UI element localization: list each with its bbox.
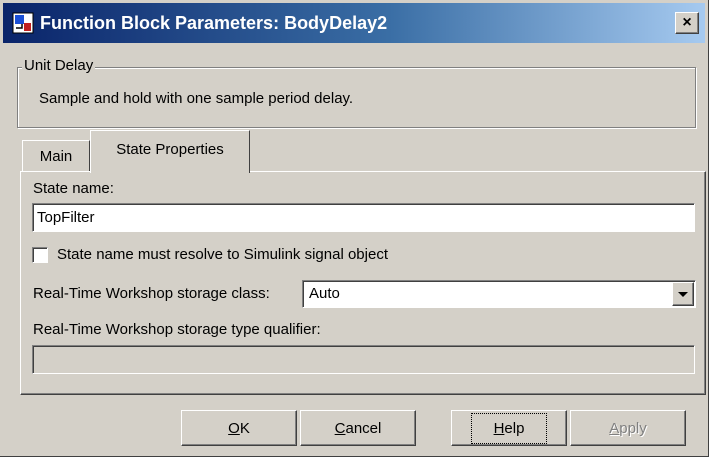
resolve-signal-checkbox[interactable] — [32, 247, 48, 263]
state-name-input[interactable]: TopFilter — [32, 203, 695, 232]
state-name-label: State name: — [33, 180, 114, 197]
storage-class-value: Auto — [309, 285, 340, 302]
simulink-block-icon — [12, 12, 34, 34]
storage-class-select[interactable]: Auto — [302, 280, 696, 308]
resolve-signal-label: State name must resolve to Simulink sign… — [57, 246, 388, 263]
ok-button[interactable]: OK — [181, 410, 297, 446]
cancel-button[interactable]: Cancel — [300, 410, 416, 446]
storage-class-dropdown-button[interactable] — [672, 282, 694, 306]
cancel-label-rest: ancel — [345, 419, 382, 437]
title-bar[interactable]: Function Block Parameters: BodyDelay2 × — [3, 3, 705, 43]
ok-button-label: OK — [228, 420, 250, 437]
ok-mnemonic: O — [228, 419, 240, 437]
type-qualifier-label: Real-Time Workshop storage type qualifie… — [33, 321, 321, 338]
window-title: Function Block Parameters: BodyDelay2 — [40, 12, 388, 33]
apply-button: Apply — [570, 410, 686, 446]
help-label-rest: elp — [504, 419, 525, 437]
cancel-button-label: Cancel — [335, 420, 382, 437]
help-button[interactable]: Help — [451, 410, 567, 446]
type-qualifier-input — [32, 345, 695, 374]
groupbox-legend: Unit Delay — [22, 57, 96, 74]
tab-state-properties-label: State Properties — [116, 140, 224, 158]
ok-label-rest: K — [239, 419, 250, 437]
tab-main[interactable]: Main — [22, 140, 90, 172]
tab-main-label: Main — [39, 148, 73, 165]
storage-class-label: Real-Time Workshop storage class: — [33, 285, 270, 302]
cancel-mnemonic: C — [334, 419, 346, 437]
apply-label-rest: pply — [619, 419, 647, 437]
apply-button-label: Apply — [609, 420, 647, 437]
apply-mnemonic: A — [609, 419, 620, 437]
state-name-value: TopFilter — [37, 209, 95, 226]
dialog-window: Function Block Parameters: BodyDelay2 × … — [0, 0, 709, 457]
close-button[interactable]: × — [675, 12, 699, 34]
close-icon: × — [682, 14, 692, 31]
help-mnemonic: H — [493, 419, 505, 437]
block-description: Sample and hold with one sample period d… — [39, 90, 354, 107]
chevron-down-icon — [678, 291, 688, 297]
tab-state-properties[interactable]: State Properties — [90, 130, 250, 173]
help-button-label: Help — [470, 412, 548, 444]
